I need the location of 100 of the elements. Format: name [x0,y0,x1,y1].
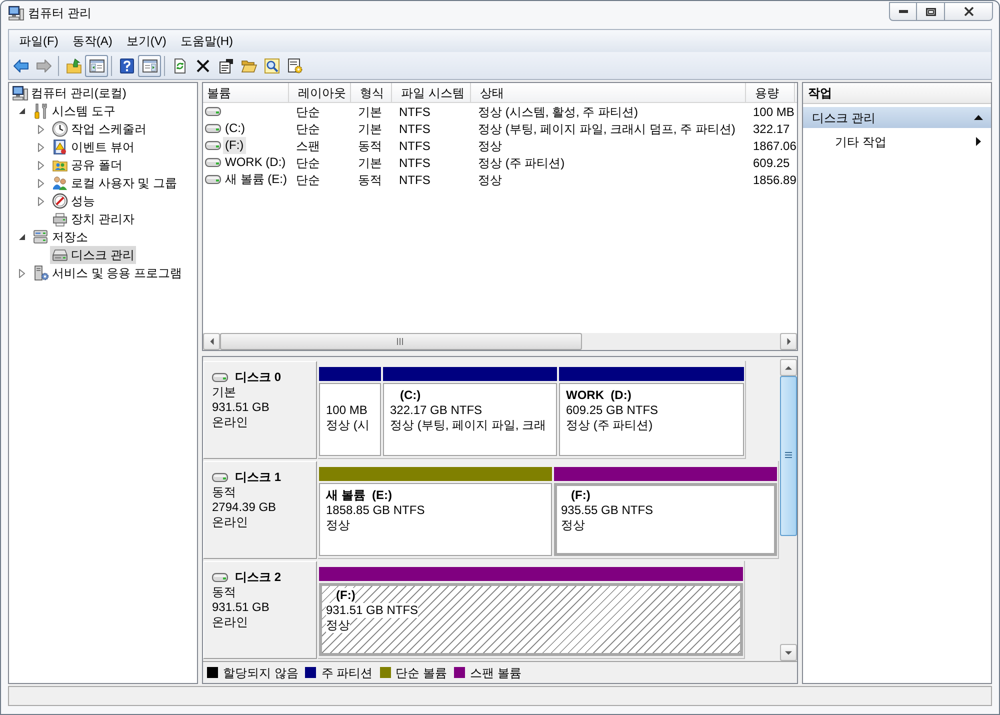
column-header[interactable]: 파일 시스템 [392,83,471,102]
scrollbar-thumb[interactable] [780,376,797,536]
drive-icon [205,141,221,150]
computer-icon [12,85,28,101]
forward-arrow-icon [36,58,52,74]
volume-status: 정상 [561,518,585,533]
table-cell-text: 609.25 [752,154,791,172]
disk-info-panel[interactable]: 디스크 2 동적 931.51 GB 온라인 [203,561,317,659]
menu-item[interactable]: 보기(V) [119,31,174,51]
volume-status: 정상 [326,618,350,633]
legend-label: 주 파티션 [321,664,373,682]
scroll-right-button[interactable] [780,333,797,350]
menu-item[interactable]: 동작(A) [65,31,120,51]
table-cell-text: NTFS [398,120,432,138]
legend-label: 단순 볼륨 [396,664,448,682]
table-cell-text: 정상 [477,138,503,154]
scroll-down-button[interactable] [780,644,797,661]
tree-item[interactable]: 성능 [50,192,97,210]
tree-item[interactable]: 공유 폴더 [50,156,124,174]
delete-icon [194,58,210,74]
volume-name[interactable]: (F:) [223,137,246,154]
volume-status: 정상 (시 [326,418,370,433]
menu-item[interactable]: 도움말(H) [173,31,240,51]
close-button[interactable] [945,2,993,21]
volume-name[interactable]: WORK (D:) [223,154,288,171]
settings-icon [286,58,302,74]
table-cell-text: NTFS [398,104,432,120]
table-cell-text: 322.17 [752,120,791,138]
scroll-left-button[interactable] [203,333,220,350]
column-header[interactable]: 용량 [746,83,795,102]
tree-item[interactable]: 서비스 및 응용 프로그램 [31,264,184,282]
table-cell-text: 기본 [357,154,383,172]
volume-size: 931.51 GB NTFS [326,603,418,618]
volume-block[interactable]: WORK (D:) 609.25 GB NTFS 정상 (주 파티션) [559,383,744,456]
disk-type: 동적 [212,485,236,500]
drive-icon [205,124,221,133]
volume-block[interactable]: (F:) 935.55 GB NTFS 정상 [554,483,777,556]
log-book-icon [52,139,68,155]
horizontal-scrollbar[interactable] [203,333,797,350]
table-cell-text: 단순 [295,120,321,138]
table-cell-text: 정상 (시스템, 활성, 주 파티션) [477,104,639,120]
disk-name: 디스크 2 [235,570,282,585]
disk-info-panel[interactable]: 디스크 1 동적 2794.39 GB 온라인 [203,461,317,559]
tree-item[interactable]: 디스크 관리 [50,246,136,264]
drive-icon [205,158,221,167]
volume-block[interactable]: (F:) 931.51 GB NTFS 정상 [319,583,743,656]
volume-block[interactable]: 100 MB 정상 (시 [319,383,381,456]
column-header[interactable]: 형식 [351,83,392,102]
back-arrow-icon [12,58,28,74]
volume-status: 정상 (부팅, 페이지 파일, 크래 [390,418,546,433]
minimize-button[interactable] [889,2,917,21]
column-header[interactable]: 상태 [471,83,746,102]
tree-item[interactable]: 시스템 도구 [31,102,118,120]
gauge-icon [52,193,68,209]
volume-status: 정상 [326,518,350,533]
scrollbar-thumb[interactable] [220,333,582,350]
hard-drive-icon [52,247,68,263]
maximize-button[interactable] [917,2,945,21]
help-icon [118,58,134,74]
tree-item[interactable]: 이벤트 뷰어 [50,138,136,156]
window-title: 컴퓨터 관리 [28,5,92,22]
submenu-arrow-icon [976,137,981,146]
section-header[interactable]: 디스크 관리 [803,107,991,128]
disk-name: 디스크 0 [235,370,282,385]
tree-item[interactable]: 컴퓨터 관리(로컬) [10,84,128,102]
table-cell-text: 정상 (주 파티션) [477,154,566,172]
tree-item[interactable]: 작업 스케줄러 [50,120,148,138]
caret-right-icon [786,338,790,345]
column-header[interactable]: 볼륨 [203,83,289,102]
search-icon [264,58,280,74]
tree-item[interactable]: 로컬 사용자 및 그룹 [50,174,180,192]
volume-label: WORK (D:) [566,388,632,403]
action-item[interactable]: 기타 작업 [803,132,991,151]
grip-icon [785,452,792,460]
scroll-up-button[interactable] [780,359,797,376]
table-cell-text: 기본 [357,104,383,120]
table-cell-text: 스팬 [295,138,321,154]
caret-up-icon [785,366,792,370]
volume-name[interactable]: 새 볼륨 (E:) [223,171,289,188]
refresh-icon [172,58,188,74]
disk-type: 기본 [212,385,236,400]
vertical-scrollbar[interactable] [780,359,797,661]
clock-icon [52,121,68,137]
tree-item[interactable]: 장치 관리자 [50,210,136,228]
storage-icon [33,229,49,245]
column-header[interactable]: 레이아웃 [289,83,351,102]
volume-block[interactable]: (C:) 322.17 GB NTFS 정상 (부팅, 페이지 파일, 크래 [383,383,557,456]
menu-item[interactable]: 파일(F) [12,31,66,51]
volume-name[interactable]: (C:) [223,120,247,137]
volume-block[interactable]: 새 볼륨 (E:) 1858.85 GB NTFS 정상 [319,483,552,556]
show-tree-button[interactable] [85,54,108,76]
left-pane-window-icon [88,58,104,74]
show-action-pane-button[interactable] [138,54,161,76]
tree-item[interactable]: 저장소 [31,228,90,246]
right-pane-window-icon [142,58,158,74]
disk-info-panel[interactable]: 디스크 0 기본 931.51 GB 온라인 [203,361,317,459]
restore-icon [926,8,936,16]
open-folder-icon [240,58,256,74]
volume-label: (F:) [571,488,590,503]
volume-label: 새 볼륨 (E:) [326,488,392,503]
